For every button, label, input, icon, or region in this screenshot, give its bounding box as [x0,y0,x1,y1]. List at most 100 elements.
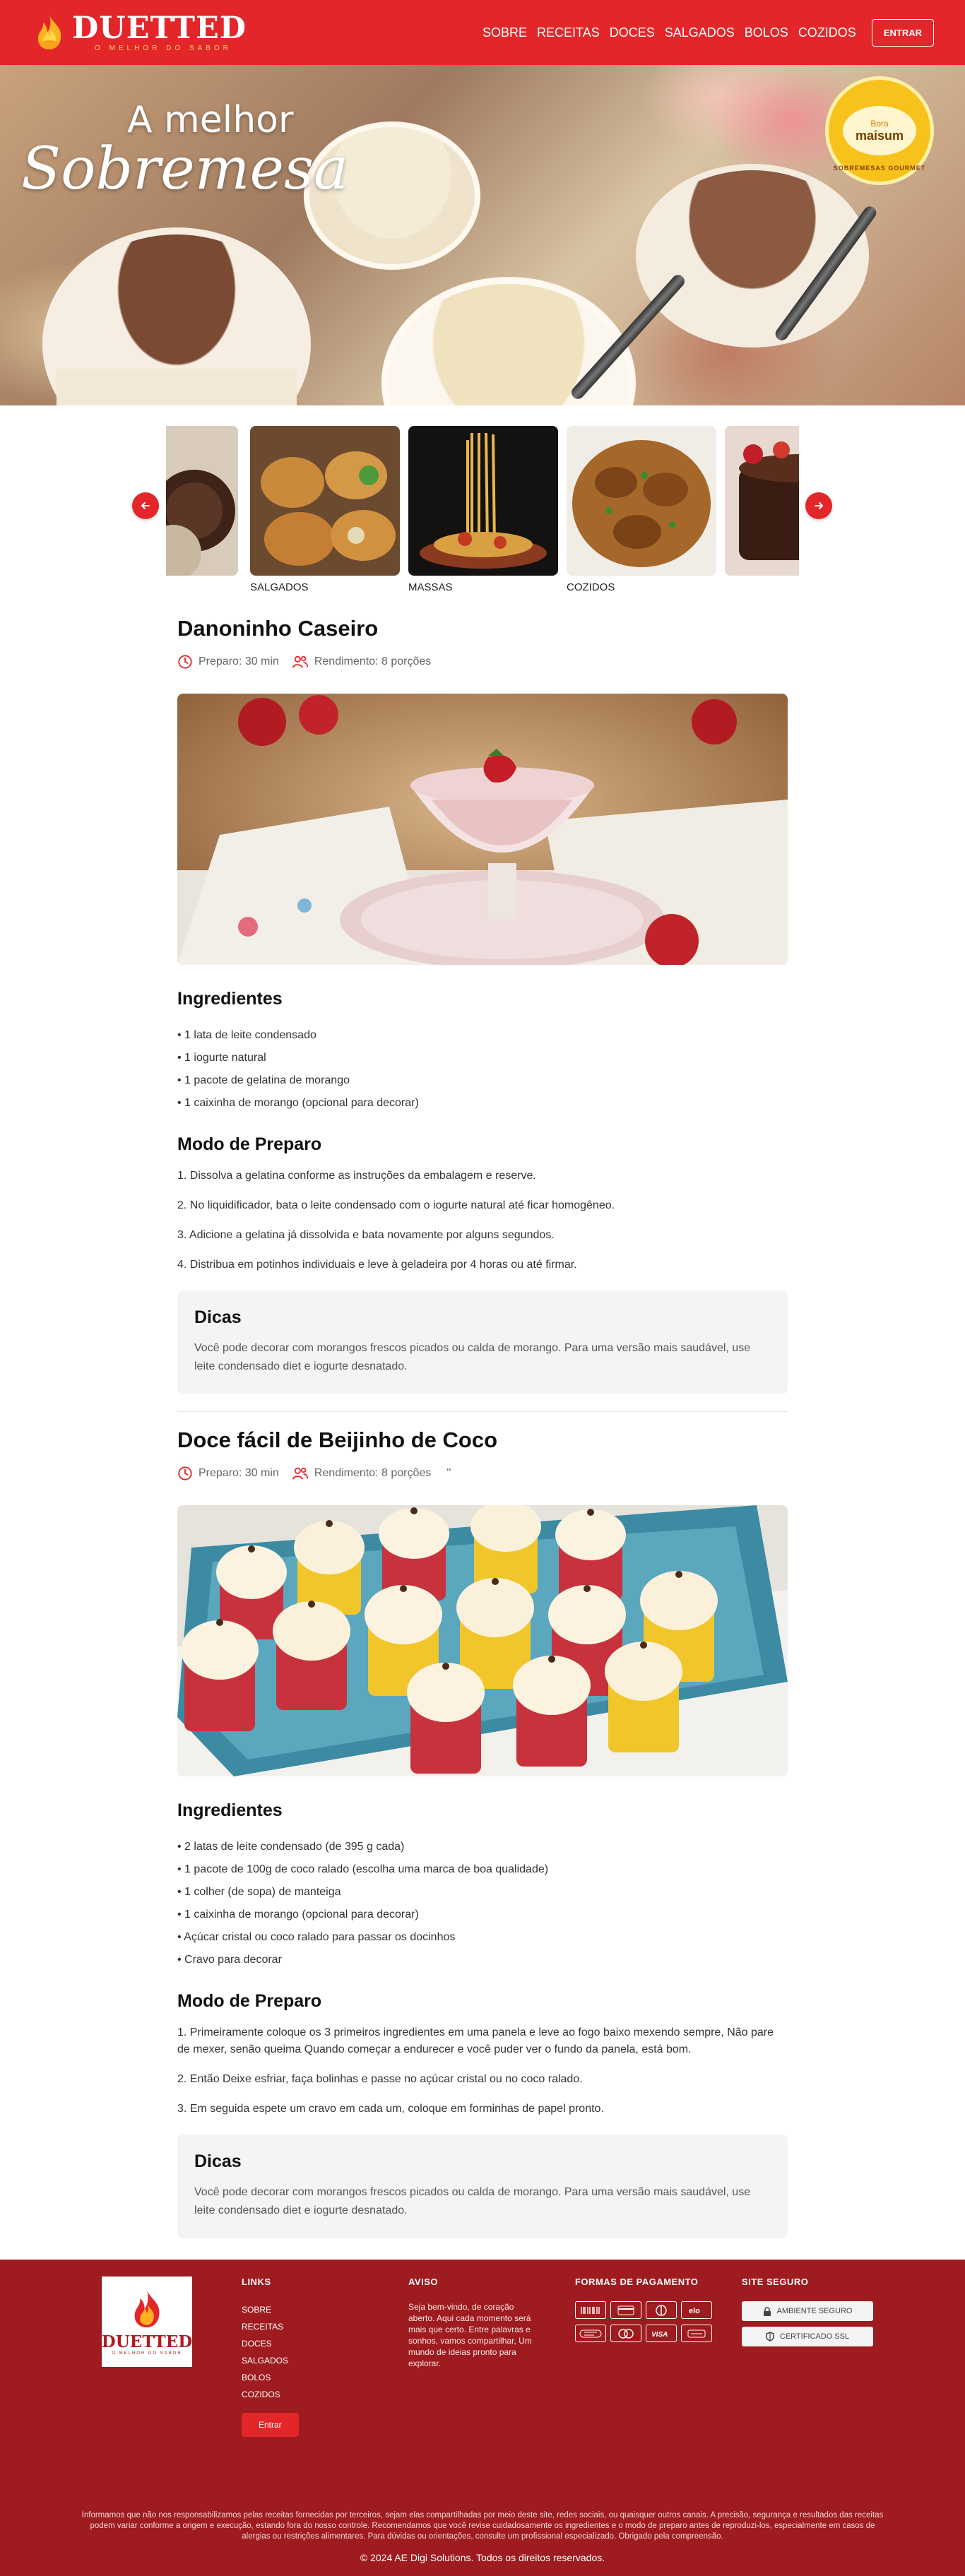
visa-icon: VISA [646,2325,677,2342]
ingredients-title: Ingredientes [177,989,283,1009]
footer-link-receitas[interactable]: RECEITAS [242,2318,408,2335]
footer-logo[interactable]: DUETTED O MELHOR DO SABOR [102,2277,192,2367]
ingredients-list: 2 latas de leite condensado (de 395 g ca… [177,1836,788,1971]
boleto-icon [575,2301,606,2319]
carousel-card[interactable]: MASSAS [408,426,558,593]
ingredient-item: 1 lata de leite condensado [177,1024,788,1047]
category-image-salgados [250,426,400,576]
prep-time: Preparo: 30 min [177,654,279,670]
method-step: 3. Em seguida espete um cravo em cada um… [177,2103,604,2115]
footer-payments-title: FORMAS DE PAGAMENTO [575,2277,699,2287]
ingredient-item: 1 caixinha de morango (opcional para dec… [177,1904,788,1926]
hipercard-icon [575,2325,606,2342]
mastercard-icon [610,2325,641,2342]
main-nav: SOBRE RECEITAS DOCES SALGADOS BOLOS COZI… [473,18,934,47]
ingredients-title: Ingredientes [177,1800,283,1820]
tips-title: Dicas [194,1307,242,1327]
arrow-left-icon [141,502,150,509]
elo-icon: elo [681,2301,712,2319]
clock-icon [178,655,192,669]
carousel-card[interactable] [725,426,799,581]
footer-link-salgados[interactable]: SALGADOS [242,2352,408,2369]
recipes-content: Danoninho Caseiro Preparo: 30 min Rendim… [177,610,788,2238]
ingredient-item: 1 colher (de sopa) de manteiga [177,1881,788,1904]
nav-link-salgados[interactable]: SALGADOS [665,25,735,40]
tips-box: Dicas Você pode decorar com morangos fre… [177,1290,788,1394]
copyright: © 2024 AE Digi Solutions. Todos os direi… [360,2552,605,2563]
footer-link-bolos[interactable]: BOLOS [242,2369,408,2386]
svg-text:elo: elo [689,2307,700,2315]
seal-top-text: Bora [870,118,889,129]
footer-links: LINKS SOBRE RECEITAS DOCES SALGADOS BOLO… [242,2277,408,2437]
carousel-prev-button[interactable] [132,492,159,519]
footer-login-button[interactable]: Entrar [242,2413,299,2437]
footer-link-doces[interactable]: DOCES [242,2335,408,2352]
ingredients-list: 1 lata de leite condensado 1 iogurte nat… [177,1024,788,1115]
prep-time-label: Preparo: 30 min [199,1467,279,1479]
card-outline-icon [681,2325,712,2342]
users-icon [292,655,308,668]
seal-ring-text: SOBREMESAS GOURMET [833,165,926,172]
nav-link-receitas[interactable]: RECEITAS [537,25,600,40]
footer-security-title: SITE SEGURO [742,2277,809,2287]
footer-notice-title: AVISO [408,2277,438,2287]
servings: Rendimento: 8 porções [292,1466,431,1481]
category-image-bolos [725,426,799,576]
recipe-divider [177,1411,788,1412]
brand-name: DUETTED [72,11,247,46]
site-header: DUETTED O MELHOR DO SABOR SOBRE RECEITAS… [0,0,965,65]
ingredient-item: Cravo para decorar [177,1949,788,1971]
hero-banner: A melhor Sobremesa Bora maisum SOBREMESA… [0,65,965,405]
method-step: 2. Então Deixe esfriar, faça bolinhas e … [177,2073,583,2085]
flame-logo-icon [134,2290,160,2327]
nav-link-cozidos[interactable]: COZIDOS [798,25,856,40]
site-logo[interactable]: DUETTED O MELHOR DO SABOR [32,13,247,52]
nav-link-doces[interactable]: DOCES [610,25,655,40]
svg-text:VISA: VISA [651,2331,668,2339]
carousel-track[interactable]: SALGADOS MASSAS COZIDOS [166,426,799,595]
category-image-massas [408,426,558,576]
meta-extra: '' [446,1467,451,1479]
footer-disclaimer: Informamos que não nos responsabilizamos… [81,2511,884,2541]
site-footer: DUETTED O MELHOR DO SABOR LINKS SOBRE RE… [0,2260,965,2576]
method-step: 2. No liquidificador, bata o leite conde… [177,1199,615,1211]
carousel-card[interactable] [166,426,238,581]
lock-icon [763,2306,771,2316]
payment-methods: elo VISA [575,2301,742,2342]
secure-environment-badge[interactable]: AMBIENTE SEGURO [742,2301,873,2321]
carousel-card[interactable]: SALGADOS [250,426,400,593]
footer-notice: AVISO Seja bem-vindo, de coração aberto.… [408,2277,575,2437]
ingredient-item: 1 pacote de gelatina de morango [177,1069,788,1092]
login-button[interactable]: ENTRAR [871,18,934,47]
nav-link-bolos[interactable]: BOLOS [745,25,788,40]
footer-link-sobre[interactable]: SOBRE [242,2301,408,2318]
method-title: Modo de Preparo [177,1134,322,1154]
nav-link-sobre[interactable]: SOBRE [482,25,527,40]
method-steps: 1. Primeiramente coloque os 3 primeiros … [177,2024,788,2118]
footer-link-cozidos[interactable]: COZIDOS [242,2386,408,2403]
recipe-meta: Preparo: 30 min Rendimento: 8 porções '' [177,1466,788,1481]
ingredient-item: Açúcar cristal ou coco ralado para passa… [177,1926,788,1949]
gourmet-seal: Bora maisum SOBREMESAS GOURMET [825,76,934,185]
recipe-title: Danoninho Caseiro [177,616,379,641]
shield-icon [766,2332,774,2341]
ssl-certificate-badge[interactable]: CERTIFICADO SSL [742,2327,873,2346]
carousel-next-button[interactable] [805,492,832,519]
footer-security: SITE SEGURO AMBIENTE SEGURO CERTIFICADO … [742,2277,873,2437]
flame-logo-icon [37,16,61,49]
method-step: 1. Dissolva a gelatina conforme as instr… [177,1170,536,1182]
recipe-title: Doce fácil de Beijinho de Coco [177,1428,498,1452]
carousel-card[interactable]: COZIDOS [567,426,716,593]
category-label: COZIDOS [567,581,615,593]
tips-box: Dicas Você pode decorar com morangos fre… [177,2135,788,2238]
method-step: 1. Primeiramente coloque os 3 primeiros … [177,2026,774,2055]
category-image-doces [166,426,238,576]
method-step: 4. Distribua em potinhos individuais e l… [177,1259,577,1271]
arrow-right-icon [815,502,823,509]
category-label: SALGADOS [250,581,309,593]
ingredient-item: 1 iogurte natural [177,1047,788,1069]
footer-links-title: LINKS [242,2277,271,2287]
tips-text: Você pode decorar com morangos frescos p… [194,2186,751,2216]
footer-logo-brand: DUETTED [101,2332,193,2351]
recipe-card: Danoninho Caseiro Preparo: 30 min Rendim… [177,610,788,1394]
